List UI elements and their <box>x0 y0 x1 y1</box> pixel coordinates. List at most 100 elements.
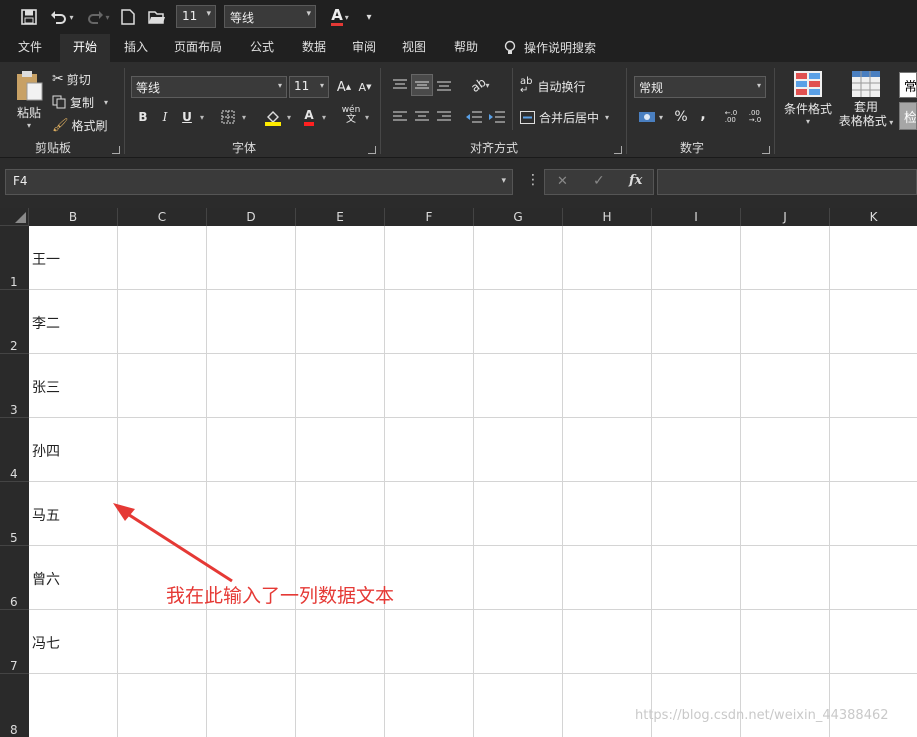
formula-input[interactable] <box>657 169 917 195</box>
wrap-text-button[interactable]: ab ↵ 自动换行 <box>520 76 586 96</box>
column-header-b[interactable]: B <box>29 208 118 226</box>
alignment-group-label: 对齐方式 <box>470 141 519 155</box>
conditional-formatting-button[interactable]: 条件格式 ▾ <box>782 70 834 126</box>
chevron-down-icon[interactable]: ▾ <box>242 113 246 122</box>
fill-color-button[interactable] <box>262 106 284 128</box>
name-box[interactable]: F4 ▾ <box>5 169 513 195</box>
column-header-c[interactable]: C <box>118 208 207 226</box>
redo-icon[interactable]: ▾ <box>84 5 112 29</box>
clipboard-launcher-icon[interactable] <box>112 146 120 154</box>
chevron-down-icon[interactable]: ▾ <box>322 113 326 122</box>
row-header-5[interactable]: 5 <box>0 482 29 546</box>
row-header-3[interactable]: 3 <box>0 354 29 418</box>
group-divider <box>774 68 775 154</box>
format-painter-button[interactable]: 🖌 格式刷 <box>52 115 108 135</box>
customize-toolbar-icon[interactable]: ▾ <box>362 5 376 29</box>
row-header-7[interactable]: 7 <box>0 610 29 674</box>
row-header-6[interactable]: 6 <box>0 546 29 610</box>
format-as-table-button[interactable]: 套用 表格格式 ▾ <box>836 70 896 130</box>
column-header-k[interactable]: K <box>830 208 917 226</box>
tab-page-layout[interactable]: 页面布局 <box>166 34 230 62</box>
column-header-d[interactable]: D <box>207 208 296 226</box>
more-options-icon[interactable]: ⋮ <box>526 173 540 187</box>
borders-button[interactable] <box>217 106 239 128</box>
copy-button[interactable]: 复制 ▾ <box>52 92 108 112</box>
tab-home[interactable]: 开始 <box>60 34 110 62</box>
undo-icon[interactable]: ▾ <box>48 5 76 29</box>
increase-decimal-button[interactable]: ←.0.00 <box>720 106 742 128</box>
tab-file[interactable]: 文件 <box>8 34 52 62</box>
align-bottom-button[interactable] <box>433 74 455 96</box>
qat-font-color-button[interactable]: A ▾ <box>326 5 354 29</box>
formula-buttons: ✕ ✓ fx <box>544 169 654 195</box>
chevron-down-icon[interactable]: ▾ <box>287 113 291 122</box>
shrink-font-button[interactable]: A ▼ <box>354 76 376 98</box>
qat-font-size-value: 11 <box>182 9 198 23</box>
worksheet-grid[interactable]: 王一 李二 张三 孙四 马五 曾六 冯七 我在此输入了一列数据文本 https:… <box>29 226 917 737</box>
tab-insert[interactable]: 插入 <box>116 34 156 62</box>
column-header-h[interactable]: H <box>563 208 652 226</box>
font-launcher-icon[interactable] <box>368 146 376 154</box>
merge-center-button[interactable]: 合并后居中 ▾ <box>520 107 609 127</box>
font-color-button[interactable]: A <box>298 106 320 128</box>
qat-font-name-dropdown[interactable]: 等线 ▾ <box>224 5 316 28</box>
decrease-decimal-button[interactable]: .00 →.0 <box>744 106 766 128</box>
chevron-down-icon: ▾ <box>756 81 761 90</box>
tab-data[interactable]: 数据 <box>292 34 336 62</box>
font-name-combo[interactable]: 等线 ▾ <box>131 76 287 98</box>
open-folder-icon[interactable] <box>146 5 168 29</box>
tab-formulas[interactable]: 公式 <box>240 34 284 62</box>
italic-button[interactable]: I <box>154 106 176 128</box>
tab-help[interactable]: 帮助 <box>446 34 486 62</box>
decrease-indent-button[interactable] <box>463 106 485 128</box>
tell-me-search[interactable]: 操作说明搜索 <box>504 34 614 62</box>
column-header-e[interactable]: E <box>296 208 385 226</box>
cell-style-check[interactable]: 检 <box>899 102 917 130</box>
tab-view[interactable]: 视图 <box>394 34 434 62</box>
save-icon[interactable] <box>18 5 40 29</box>
phonetic-guide-button[interactable]: wén 文 <box>338 104 364 126</box>
font-size-combo[interactable]: 11 ▾ <box>289 76 329 98</box>
cell-style-normal[interactable]: 常 <box>899 72 917 98</box>
increase-indent-button[interactable] <box>486 106 508 128</box>
chevron-down-icon[interactable]: ▾ <box>365 113 369 122</box>
cancel-icon[interactable]: ✕ <box>557 174 568 189</box>
chevron-down-icon[interactable]: ▾ <box>200 113 204 122</box>
grow-font-button[interactable]: A ▲ <box>333 76 355 98</box>
column-header-j[interactable]: J <box>741 208 830 226</box>
align-center-button[interactable] <box>411 106 433 128</box>
tab-review[interactable]: 审阅 <box>344 34 384 62</box>
align-left-icon <box>393 111 407 121</box>
align-right-button[interactable] <box>433 106 455 128</box>
paste-button[interactable]: 粘贴 ▾ <box>10 70 48 134</box>
cut-button[interactable]: ✂ 剪切 <box>52 69 91 89</box>
underline-button[interactable]: U <box>176 106 198 128</box>
number-format-combo[interactable]: 常规 ▾ <box>634 76 766 98</box>
column-header-g[interactable]: G <box>474 208 563 226</box>
qat-font-size-dropdown[interactable]: 11 ▾ <box>176 5 216 28</box>
paste-icon <box>17 71 43 101</box>
accounting-format-button[interactable]: ▾ <box>636 106 666 128</box>
row-header-8[interactable]: 8 <box>0 674 29 737</box>
row-header-1[interactable]: 1 <box>0 226 29 290</box>
alignment-launcher-icon[interactable] <box>614 146 622 154</box>
select-all-button[interactable] <box>0 208 29 226</box>
quick-access-toolbar: ▾ ▾ 11 ▾ 等线 ▾ A ▾ ▾ <box>0 0 917 34</box>
align-top-button[interactable] <box>389 74 411 96</box>
row-number: 3 <box>10 403 18 417</box>
row-header-2[interactable]: 2 <box>0 290 29 354</box>
align-left-button[interactable] <box>389 106 411 128</box>
column-header-i[interactable]: I <box>652 208 741 226</box>
comma-style-button[interactable]: , <box>692 104 714 126</box>
percent-button[interactable]: % <box>670 106 692 128</box>
borders-icon <box>221 110 235 124</box>
new-file-icon[interactable] <box>118 5 138 29</box>
insert-function-icon[interactable]: fx <box>629 173 642 188</box>
bold-button[interactable]: B <box>132 106 154 128</box>
row-header-4[interactable]: 4 <box>0 418 29 482</box>
enter-icon[interactable]: ✓ <box>593 173 605 189</box>
align-middle-button[interactable] <box>411 74 433 96</box>
number-launcher-icon[interactable] <box>762 146 770 154</box>
orientation-button[interactable]: ab ▾ <box>466 74 494 96</box>
column-header-f[interactable]: F <box>385 208 474 226</box>
